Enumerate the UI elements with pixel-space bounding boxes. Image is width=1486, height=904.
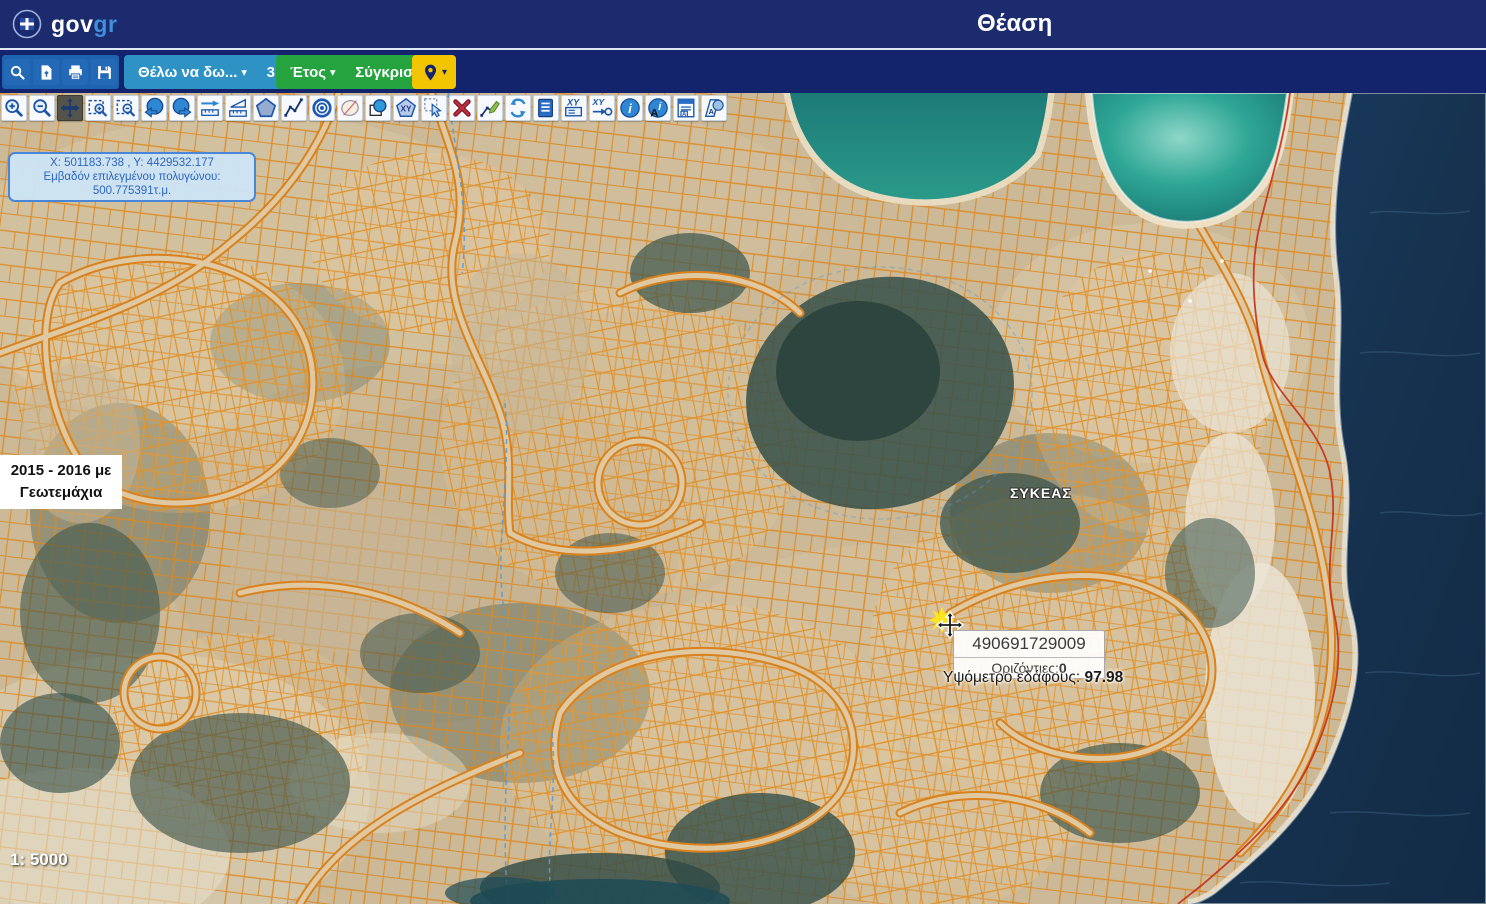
file-toolbar [2,55,119,89]
zoom-window-in-tool[interactable] [85,95,111,121]
draw-ellipse-icon [339,97,361,119]
want-to-see-menu[interactable]: Θέλω να δω... ▾ [130,64,255,81]
search-icon [9,64,26,81]
draw-circle-tool[interactable] [309,95,335,121]
pan-icon [59,97,81,119]
polygon-coordinates-icon [395,97,417,119]
label-polygon-tool[interactable] [701,95,727,121]
labels-page-icon [675,97,697,119]
export-document-button[interactable] [33,59,59,85]
delete-graphics-icon [451,97,473,119]
draw-circle-icon [311,97,333,119]
chevron-down-icon: ▾ [330,67,335,78]
draw-shapes-tool[interactable] [365,95,391,121]
label-polygon-icon [703,97,725,119]
measure-distance-icon [199,97,221,119]
location-marker-menu[interactable]: ▾ [412,55,456,89]
coordinates-info-box: X: 501183.738 , Y: 4429532.177 Εμβαδόν ε… [8,152,256,202]
select-features-tool[interactable] [421,95,447,121]
map-viewport: X: 501183.738 , Y: 4429532.177 Εμβαδόν ε… [0,93,1486,904]
coordinates-form-icon [563,97,585,119]
refresh-tool[interactable] [505,95,531,121]
settlement-label: ΣΥΚΕΑΣ [1010,485,1072,501]
scale-indicator: 1: 5000 [10,850,68,870]
page-title: Θέαση [977,10,1052,38]
draw-shapes-icon [367,97,389,119]
map-tool-strip [1,95,727,121]
pan-tool[interactable] [57,95,83,121]
map-year-label: 2015 - 2016 με Γεωτεμάχια [0,455,122,509]
polygon-coordinates-tool[interactable] [393,95,419,121]
measure-path-tool[interactable] [281,95,307,121]
measure-area-icon [227,97,249,119]
zoom-window-out-icon [115,97,137,119]
next-extent-tool[interactable] [169,95,195,121]
edit-vertices-icon [479,97,501,119]
logo-text-gov: gov [51,11,93,37]
identify-tool[interactable] [617,95,643,121]
export-document-icon [38,64,55,81]
selected-polygon-area: Εμβαδόν επιλεγμένου πολυγώνου: 500.77539… [14,170,250,198]
delete-graphics-tool[interactable] [449,95,475,121]
cursor-coordinates: X: 501183.738 , Y: 4429532.177 [14,156,250,170]
parcel-code: 490691729009 [954,631,1104,657]
measure-area-tool[interactable] [225,95,251,121]
map-canvas[interactable] [0,93,1486,904]
legend-tool[interactable] [533,95,559,121]
year-menu[interactable]: Έτος ▾ [282,64,343,81]
select-features-icon [423,97,445,119]
measure-distance-tool[interactable] [197,95,223,121]
coordinates-form-tool[interactable] [561,95,587,121]
greek-emblem-icon [12,9,42,39]
zoom-out-tool[interactable] [29,95,55,121]
chevron-down-icon: ▾ [442,67,447,78]
parcel-elevation-row: Υψόμετρο εδάφους: 97.98 [943,669,1143,687]
zoom-out-icon [31,97,53,119]
logo-text-gr: gr [93,11,117,37]
measure-path-icon [283,97,305,119]
identify-attributes-icon [647,97,669,119]
view-menu-group: Θέλω να δω... ▾ 3D [124,55,300,89]
zoom-in-tool[interactable] [1,95,27,121]
next-extent-icon [171,97,193,119]
identify-attributes-tool[interactable] [645,95,671,121]
legend-icon [535,97,557,119]
edit-vertices-tool[interactable] [477,95,503,121]
draw-ellipse-tool[interactable] [337,95,363,121]
save-icon [96,64,113,81]
refresh-icon [507,97,529,119]
save-button[interactable] [91,59,117,85]
goto-coordinates-tool[interactable] [589,95,615,121]
govgr-logo[interactable]: govgr [12,9,117,39]
search-button[interactable] [4,59,30,85]
identify-icon [619,97,641,119]
previous-extent-icon [143,97,165,119]
chevron-down-icon: ▾ [242,67,247,78]
labels-page-tool[interactable] [673,95,699,121]
draw-polygon-tool[interactable] [253,95,279,121]
goto-coordinates-icon [591,97,613,119]
draw-polygon-icon [255,97,277,119]
main-toolbar: Θέλω να δω... ▾ 3D Έτος ▾ Σύγκριση ▾ [0,48,1486,93]
previous-extent-tool[interactable] [141,95,167,121]
zoom-window-out-tool[interactable] [113,95,139,121]
zoom-window-in-icon [87,97,109,119]
print-icon [67,64,84,81]
zoom-in-icon [3,97,25,119]
print-button[interactable] [62,59,88,85]
location-pin-icon [421,63,440,82]
app-header: govgr Θέαση [0,0,1486,48]
